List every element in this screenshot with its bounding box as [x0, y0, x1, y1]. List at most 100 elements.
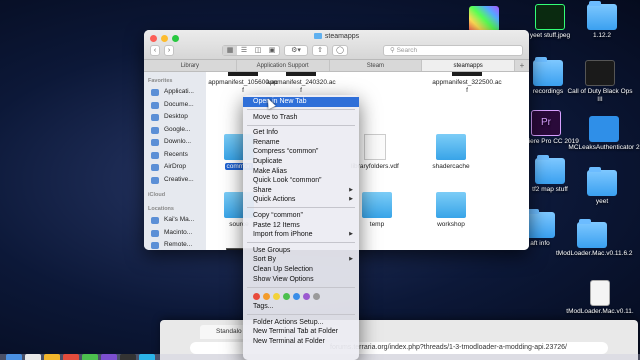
folder-icon [436, 134, 466, 160]
sidebar-item-remote-disc[interactable]: Remote... [144, 239, 206, 250]
folder-icon [577, 219, 607, 248]
folder-icon [533, 57, 563, 86]
menu-item-quick-look[interactable]: Quick Look “common” [243, 176, 359, 186]
menu-item-make-alias[interactable]: Make Alias [243, 167, 359, 177]
tag-purple-dot[interactable] [303, 293, 310, 301]
search-input[interactable]: ⚲ Search [383, 45, 523, 56]
sidebar-item-airdrop[interactable]: AirDrop [144, 161, 206, 174]
menu-item-rename[interactable]: Rename [243, 138, 359, 148]
file-item[interactable]: workshop [416, 192, 486, 229]
menu-separator [247, 109, 355, 111]
tab-application-support[interactable]: Application Support [237, 60, 330, 71]
sidebar-item-recents[interactable]: Recents [144, 149, 206, 162]
sidebar-item-google-drive[interactable]: Google... [144, 124, 206, 137]
search-placeholder: Search [396, 47, 418, 54]
dock-app-icon[interactable] [120, 354, 136, 360]
folder-icon [535, 155, 565, 184]
tab-library[interactable]: Library [144, 60, 237, 71]
sidebar-item-macintosh-hd[interactable]: Macinto... [144, 227, 206, 240]
menu-item-get-info[interactable]: Get Info [243, 128, 359, 138]
tag-orange-dot[interactable] [263, 293, 270, 301]
icon-view-icon[interactable]: ▦ [223, 46, 237, 55]
menu-item-import-from-iphone[interactable]: Import from iPhone [243, 230, 359, 240]
menu-item-new-terminal[interactable]: New Terminal at Folder [243, 337, 359, 347]
action-gear-button[interactable]: ⚙▾ [284, 45, 308, 56]
dock-app-icon[interactable] [6, 354, 22, 360]
menu-item-tags[interactable]: Tags... [243, 302, 359, 312]
menu-separator [247, 286, 355, 288]
desktop-icon-tmodloader-zip[interactable]: tModLoader.Mac.v0.11. [564, 280, 636, 316]
menu-item-use-groups[interactable]: Use Groups [243, 246, 359, 256]
file-name: appmanifest_240320.acf [266, 79, 336, 95]
menu-item-quick-actions[interactable]: Quick Actions [243, 195, 359, 205]
menu-item-move-to-trash[interactable]: Move to Trash [243, 113, 359, 123]
finder-titlebar[interactable]: steamapps ‹ › ▦ ☰ ◫ ▣ ⚙▾ ⇧ ◯ ⚲ Search [144, 30, 529, 60]
dock-app-icon[interactable] [82, 354, 98, 360]
sidebar-header-locations: Locations [148, 206, 174, 212]
zip-file-icon [590, 280, 610, 306]
premiere-pro-icon: Pr [531, 110, 561, 136]
list-view-icon[interactable]: ☰ [237, 46, 251, 55]
tag-gray-dot[interactable] [313, 293, 320, 301]
menu-item-folder-actions-setup[interactable]: Folder Actions Setup... [243, 318, 359, 328]
text-document-icon [364, 134, 386, 160]
back-button[interactable]: ‹ [150, 45, 160, 56]
new-tab-button[interactable]: + [515, 60, 529, 71]
dock-app-icon[interactable] [101, 354, 117, 360]
tag-red-dot[interactable] [253, 293, 260, 301]
folder-icon [313, 33, 322, 39]
tag-blue-dot[interactable] [293, 293, 300, 301]
image-thumbnail-icon [469, 6, 499, 32]
sidebar-item-desktop[interactable]: Desktop [144, 111, 206, 124]
menu-item-new-terminal-tab[interactable]: New Terminal Tab at Folder [243, 327, 359, 337]
tag-green-dot[interactable] [283, 293, 290, 301]
menu-item-compress[interactable]: Compress “common” [243, 147, 359, 157]
file-item[interactable]: shadercache [416, 134, 486, 171]
sidebar-item-downloads[interactable]: Downlo... [144, 136, 206, 149]
menu-item-open-in-new-tab[interactable]: Open in New Tab [243, 97, 359, 107]
desktop-icon-mcleaks[interactable]: MCLeaksAuthenticator 2 [568, 116, 640, 152]
view-mode-switcher[interactable]: ▦ ☰ ◫ ▣ [222, 45, 280, 56]
file-name: workshop [437, 221, 465, 228]
menu-item-duplicate[interactable]: Duplicate [243, 157, 359, 167]
desktop-icon-label: yeet [595, 198, 609, 205]
folder-icon [362, 192, 392, 218]
desktop-icon-tmodloader-folder[interactable]: tModLoader.Mac.v0.11.6.2 [556, 219, 633, 258]
file-item[interactable]: appmanifest_322500.acf [432, 72, 502, 95]
finder-tab-bar: Library Application Support Steam steama… [144, 60, 529, 72]
sidebar-item-creative-cloud[interactable]: Creative... [144, 174, 206, 187]
game-app-icon [585, 60, 615, 86]
menu-item-show-view-options[interactable]: Show View Options [243, 275, 359, 285]
tag-yellow-dot[interactable] [273, 293, 280, 301]
desktop-icon-1-12-2[interactable]: 1.12.2 [566, 1, 638, 40]
tab-steamapps[interactable]: steamapps [422, 60, 515, 71]
dock-app-icon[interactable] [139, 354, 155, 360]
gallery-view-icon[interactable]: ▣ [265, 46, 279, 55]
dock-app-icon[interactable] [44, 354, 60, 360]
dock-app-icon[interactable] [63, 354, 79, 360]
menu-separator [247, 124, 355, 126]
tags-button[interactable]: ◯ [332, 45, 348, 56]
file-item[interactable]: appmanifest_240320.acf [266, 72, 336, 95]
forward-button[interactable]: › [164, 45, 174, 56]
sidebar-item-computer[interactable]: Kai's Ma... [144, 214, 206, 227]
share-button[interactable]: ⇧ [312, 45, 328, 56]
menu-item-copy[interactable]: Copy “common” [243, 211, 359, 221]
desktop-icon-label: Call of Duty Black Ops III [567, 88, 633, 103]
menu-item-paste[interactable]: Paste 12 Items [243, 221, 359, 231]
tab-steam[interactable]: Steam [330, 60, 423, 71]
sidebar-item-documents[interactable]: Docume... [144, 99, 206, 112]
desktop-icon-yeet[interactable]: yeet [566, 167, 638, 206]
column-view-icon[interactable]: ◫ [251, 46, 265, 55]
document-icon [452, 72, 482, 76]
desktop-icon-call-of-duty[interactable]: Call of Duty Black Ops III [564, 60, 636, 104]
gift-box-icon [589, 116, 619, 142]
document-icon [228, 72, 258, 76]
file-name: shadercache [432, 163, 470, 170]
sidebar-item-applications[interactable]: Applicati... [144, 86, 206, 99]
menu-item-sort-by[interactable]: Sort By [243, 255, 359, 265]
menu-item-share[interactable]: Share [243, 186, 359, 196]
dock-app-icon[interactable] [25, 354, 41, 360]
menu-item-clean-up-selection[interactable]: Clean Up Selection [243, 265, 359, 275]
desktop-icon-label: tModLoader.Mac.v0.11.6.2 [556, 250, 633, 257]
